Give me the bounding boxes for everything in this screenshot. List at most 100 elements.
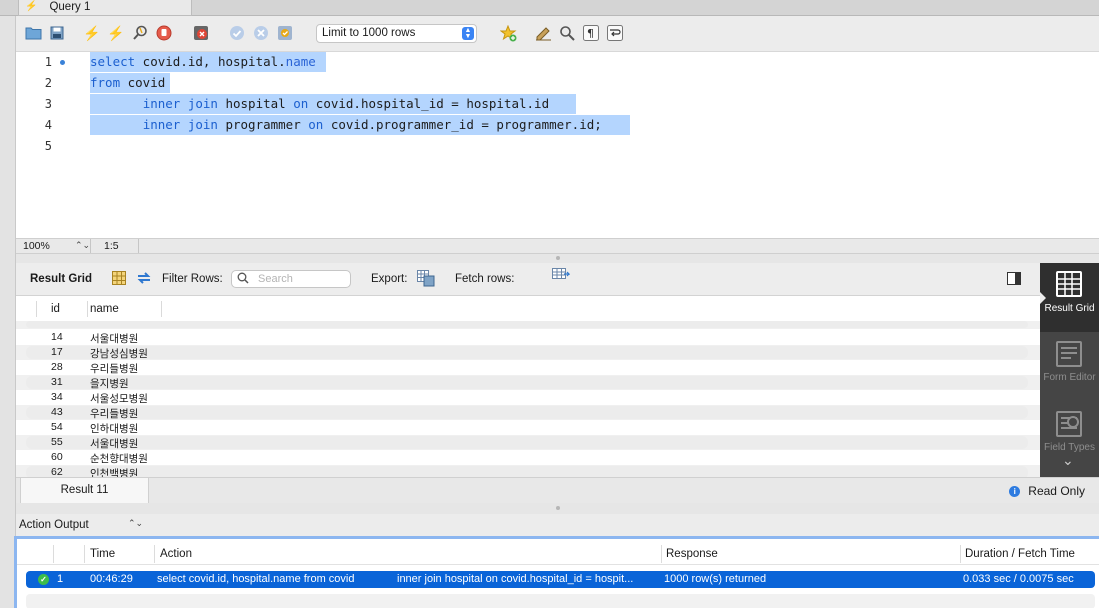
- left-gutter-strip: [0, 16, 16, 608]
- code-line-3[interactable]: inner join hospital on covid.hospital_id…: [90, 94, 576, 114]
- row-number: 1: [57, 573, 64, 585]
- execute-current-icon[interactable]: ⚡: [107, 24, 125, 42]
- cell-name[interactable]: 우리들병원: [90, 361, 138, 376]
- search-placeholder: Search: [258, 273, 293, 285]
- divider: [960, 545, 961, 563]
- divider: [36, 301, 37, 317]
- find-icon[interactable]: [558, 24, 576, 42]
- limit-rows-select[interactable]: Limit to 1000 rows ▲ ▼: [316, 24, 477, 43]
- cell-id[interactable]: 54: [51, 421, 63, 433]
- line-number: 4: [44, 118, 52, 132]
- row-duration: 0.033 sec / 0.0075 sec: [963, 573, 1074, 585]
- divider: [138, 239, 139, 253]
- open-folder-icon[interactable]: [24, 24, 42, 42]
- save-icon[interactable]: [48, 24, 66, 42]
- divider: [90, 239, 91, 253]
- autocommit-icon[interactable]: [276, 24, 294, 42]
- invisible-chars-icon[interactable]: ¶: [582, 24, 600, 42]
- zoom-level[interactable]: 100%: [23, 240, 50, 252]
- result-toolbar: Result Grid Filter Rows: Search Export: …: [16, 263, 1040, 296]
- cell-id[interactable]: 17: [51, 346, 63, 358]
- table-row[interactable]: 31 을지병원: [16, 375, 1040, 390]
- editor-result-splitter[interactable]: [16, 254, 1099, 263]
- filter-search-input[interactable]: Search: [231, 270, 351, 288]
- table-row[interactable]: 14 서울대병원: [16, 330, 1040, 345]
- select-arrows-icon[interactable]: ⌃⌄: [128, 518, 143, 529]
- col-action[interactable]: Action: [160, 548, 192, 560]
- table-row[interactable]: 17 강남성심병원: [16, 345, 1040, 360]
- explain-icon[interactable]: [131, 24, 149, 42]
- sql-editor[interactable]: 1 2 3 4 5 select covid.id, hospital.name…: [16, 52, 1099, 238]
- cell-name[interactable]: 순천향대병원: [90, 451, 148, 466]
- grid-layout-icon[interactable]: [112, 271, 126, 288]
- code-line-4[interactable]: inner join programmer on covid.programme…: [90, 115, 630, 135]
- editor-tab-bar: ⚡ Query 1: [0, 0, 1099, 16]
- form-editor-icon: [1056, 341, 1082, 367]
- result-grid[interactable]: id name 14 서울대병원 17 강남성심병원 28 우리들병원 31 을: [16, 296, 1040, 478]
- col-time[interactable]: Time: [90, 548, 115, 560]
- export-label: Export:: [371, 273, 408, 285]
- column-header-id[interactable]: id: [51, 303, 60, 315]
- rollback-icon[interactable]: [252, 24, 270, 42]
- side-tab-field-types[interactable]: Field Types ⌄: [1040, 405, 1099, 477]
- tab-result-11[interactable]: Result 11: [20, 478, 149, 503]
- fetch-next-icon[interactable]: [552, 268, 571, 285]
- commit-icon[interactable]: [228, 24, 246, 42]
- table-row[interactable]: 28 우리들병원: [16, 360, 1040, 375]
- cell-id[interactable]: 43: [51, 406, 63, 418]
- divider: [53, 545, 54, 563]
- cell-id[interactable]: 55: [51, 436, 63, 448]
- cell-name[interactable]: 인하대병원: [90, 421, 138, 436]
- cell-id[interactable]: 31: [51, 376, 63, 388]
- stop-icon[interactable]: [155, 24, 173, 42]
- table-row[interactable]: 60 순천향대병원: [16, 450, 1040, 465]
- table-row[interactable]: 43 우리들병원: [16, 405, 1040, 420]
- cell-name[interactable]: 서울대병원: [90, 331, 138, 346]
- action-output-panel[interactable]: Time Action Response Duration / Fetch Ti…: [14, 536, 1099, 608]
- output-column-headers: Time Action Response Duration / Fetch Ti…: [17, 543, 1099, 565]
- refresh-icon[interactable]: [136, 271, 152, 288]
- table-row[interactable]: 54 인하대병원: [16, 420, 1040, 435]
- output-type-select[interactable]: Action Output: [19, 519, 89, 531]
- result-grid-title: Result Grid: [30, 273, 92, 285]
- bolt-icon: ⚡: [25, 1, 38, 12]
- search-icon: [237, 272, 249, 287]
- table-row-partial[interactable]: [16, 321, 1040, 329]
- cell-name[interactable]: 을지병원: [90, 376, 129, 391]
- row-action: select covid.id, hospital.name from covi…: [157, 573, 355, 585]
- cell-id[interactable]: 28: [51, 361, 63, 373]
- col-response[interactable]: Response: [666, 548, 718, 560]
- table-row[interactable]: 55 서울대병원: [16, 435, 1040, 450]
- wrap-lines-icon[interactable]: [606, 24, 624, 42]
- column-header-name[interactable]: name: [90, 303, 119, 315]
- result-tabs-bar: Result 11 i Read Only: [16, 477, 1099, 503]
- side-tab-result-grid[interactable]: Result Grid: [1040, 263, 1099, 332]
- code-line-1[interactable]: select covid.id, hospital.name: [90, 52, 326, 72]
- cell-id[interactable]: 14: [51, 331, 63, 343]
- toggle-panel-icon[interactable]: [1007, 272, 1021, 288]
- scroll-down-icon[interactable]: ⌄: [1062, 453, 1074, 467]
- code-line-2[interactable]: from covid: [90, 73, 170, 93]
- cell-name[interactable]: 강남성심병원: [90, 346, 148, 361]
- execute-icon[interactable]: ⚡: [83, 24, 101, 42]
- editor-status-bar: 100% ⌃⌄ 1:5: [16, 238, 1099, 254]
- export-icon[interactable]: [417, 270, 435, 290]
- toggle-error-icon[interactable]: [192, 24, 210, 42]
- zoom-stepper-icon[interactable]: ⌃⌄: [75, 240, 90, 251]
- success-check-icon: ✓: [38, 574, 49, 585]
- output-splitter[interactable]: [16, 503, 1099, 514]
- cell-id[interactable]: 34: [51, 391, 63, 403]
- beautify-icon[interactable]: [534, 24, 552, 42]
- side-tab-form-editor[interactable]: Form Editor: [1040, 335, 1099, 401]
- line-number: 2: [44, 76, 52, 90]
- col-duration[interactable]: Duration / Fetch Time: [965, 548, 1075, 560]
- cell-name[interactable]: 우리들병원: [90, 406, 138, 421]
- cell-name[interactable]: 서울성모병원: [90, 391, 148, 406]
- tab-query-1[interactable]: ⚡ Query 1: [18, 0, 192, 16]
- cell-name[interactable]: 서울대병원: [90, 436, 138, 451]
- cell-id[interactable]: 60: [51, 451, 63, 463]
- table-row[interactable]: 34 서울성모병원: [16, 390, 1040, 405]
- field-types-icon: [1056, 411, 1082, 437]
- output-row-selected[interactable]: ✓ 1 00:46:29 select covid.id, hospital.n…: [26, 571, 1095, 588]
- add-snippet-star-icon[interactable]: [499, 24, 517, 42]
